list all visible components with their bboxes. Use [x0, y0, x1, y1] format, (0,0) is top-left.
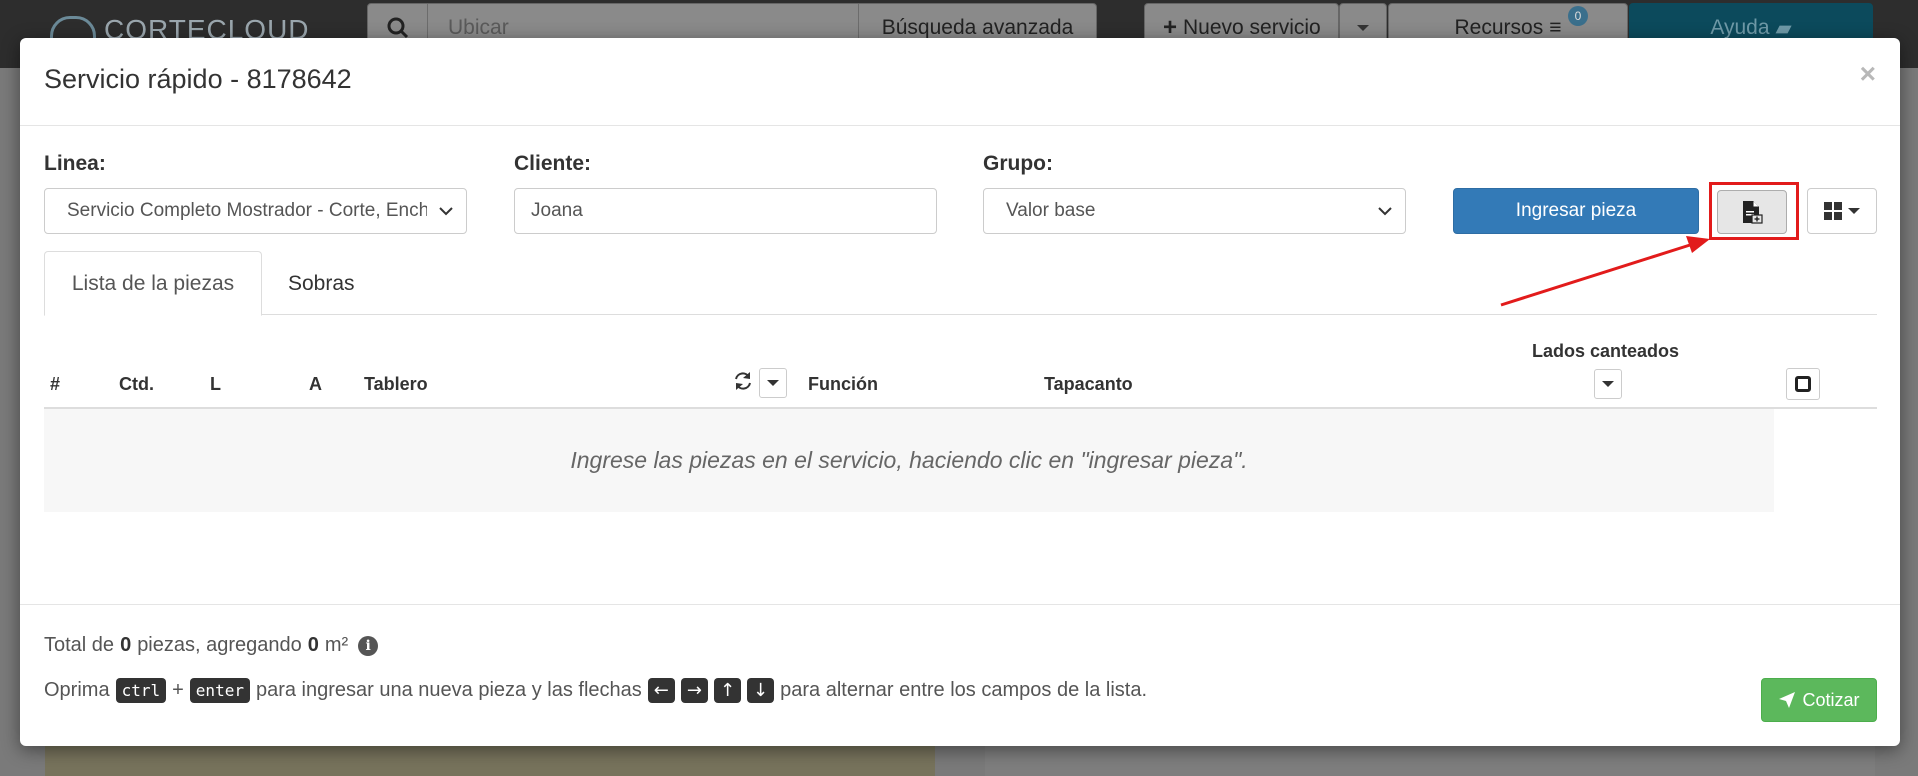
- caret-down-icon: [1848, 208, 1860, 214]
- total-mid: piezas, agregando: [137, 634, 302, 656]
- ctrl-key: ctrl: [115, 678, 167, 703]
- tab-leftovers[interactable]: Sobras: [288, 251, 355, 316]
- quote-button[interactable]: Cotizar: [1761, 678, 1877, 722]
- modal-title: Servicio rápido - 8178642: [44, 64, 352, 94]
- view-options-button[interactable]: [1807, 188, 1877, 234]
- resources-label: Recursos: [1454, 16, 1544, 39]
- col-length: L: [210, 374, 221, 394]
- board-options-dropdown[interactable]: [759, 368, 787, 398]
- caret-down-icon: [767, 380, 779, 386]
- tabs-bar: Lista de la piezas Sobras: [44, 251, 1877, 316]
- total-prefix: Total de: [44, 634, 115, 656]
- modal-footer: [20, 604, 1900, 746]
- arrow-down-icon: ↓: [747, 678, 775, 703]
- linea-value: Servicio Completo Mostrador - Corte, Enc…: [67, 200, 427, 221]
- help-label: Ayuda: [1710, 16, 1770, 39]
- col-edged-sides: Lados canteados: [1532, 341, 1680, 361]
- caret-down-icon: [1602, 381, 1614, 387]
- arrow-left-icon: ←: [647, 678, 675, 703]
- quick-service-modal: Servicio rápido - 8178642 × Linea: Servi…: [20, 38, 1900, 746]
- refresh-icon[interactable]: [732, 370, 754, 392]
- new-service-label: Nuevo servicio: [1183, 16, 1321, 39]
- hint-suffix: para alternar entre los campos de la lis…: [780, 679, 1147, 701]
- paper-plane-icon: [1779, 692, 1796, 708]
- col-number: #: [50, 374, 61, 394]
- grupo-label: Grupo:: [983, 152, 1053, 175]
- total-unit: m²: [324, 634, 349, 656]
- grupo-select[interactable]: Valor base: [983, 188, 1406, 234]
- chevron-down-icon: [439, 207, 453, 216]
- cliente-value: Joana: [531, 200, 583, 221]
- keyboard-hint: Oprima ctrl + enter para ingresar una nu…: [44, 678, 1147, 703]
- edged-sides-dropdown[interactable]: [1594, 369, 1622, 399]
- info-icon[interactable]: i: [358, 635, 379, 656]
- col-width: A: [309, 374, 322, 394]
- hint-mid: para ingresar una nueva pieza y las flec…: [255, 679, 642, 701]
- chevron-down-icon: [1378, 207, 1392, 216]
- checkbox-icon: [1795, 376, 1811, 392]
- cliente-input[interactable]: Joana: [514, 188, 937, 234]
- col-edge-banding: Tapacanto: [1044, 374, 1133, 394]
- cliente-label: Cliente:: [514, 152, 592, 175]
- arrow-up-icon: ↑: [713, 678, 742, 703]
- linea-select[interactable]: Servicio Completo Mostrador - Corte, Enc…: [44, 188, 467, 234]
- quote-label: Cotizar: [1802, 689, 1860, 710]
- close-icon[interactable]: ×: [1860, 58, 1876, 90]
- caret-down-icon: [1357, 25, 1369, 31]
- col-board: Tablero: [364, 374, 428, 394]
- search-placeholder: Ubicar: [448, 16, 509, 39]
- empty-table-message: Ingrese las piezas en el servicio, hacie…: [44, 409, 1774, 512]
- arrow-right-icon: →: [680, 678, 708, 703]
- import-file-button[interactable]: [1717, 190, 1787, 234]
- totals-summary: Total de 0 piezas, agregando 0 m² i: [44, 634, 379, 657]
- grupo-value: Valor base: [1006, 200, 1096, 221]
- col-quantity: Ctd.: [119, 374, 154, 394]
- comment-icon: ▰: [1775, 16, 1792, 40]
- enter-key: enter: [189, 678, 250, 703]
- hint-prefix: Oprima: [44, 679, 110, 701]
- tab-piece-list[interactable]: Lista de la piezas: [44, 251, 262, 316]
- file-import-icon: [1743, 201, 1763, 224]
- select-all-checkbox[interactable]: [1786, 368, 1820, 400]
- plus-sign: +: [172, 679, 184, 701]
- col-function: Función: [808, 374, 878, 394]
- add-piece-button[interactable]: Ingresar pieza: [1453, 188, 1699, 234]
- modal-header: Servicio rápido - 8178642 ×: [20, 38, 1900, 126]
- grid-icon: [1824, 202, 1842, 220]
- linea-label: Linea:: [44, 152, 106, 175]
- total-area: 0: [307, 634, 319, 656]
- total-pieces: 0: [120, 634, 132, 656]
- menu-icon: ≡: [1549, 16, 1562, 39]
- resources-badge: 0: [1568, 6, 1588, 26]
